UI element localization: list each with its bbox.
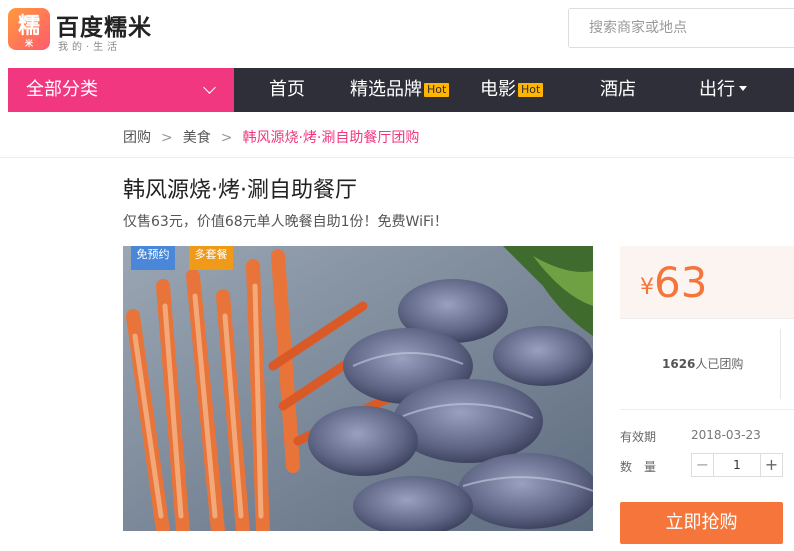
site-name[interactable]: 百度糯米 [56,8,152,42]
main-nav: 全部分类 首页 精选品牌 Hot 电影 Hot 酒店 出行 [8,68,794,112]
tag-multi-package: 多套餐 [189,246,233,270]
breadcrumb-item-group-buy[interactable]: 团购 [123,130,151,146]
deal-price: ¥63 [640,258,707,307]
nav-item-hotels[interactable]: 酒店 [600,68,636,112]
site-header: 糯 米 百度糯米 我的·生活 搜索商家或地点 [0,0,794,68]
validity-label: 有效期 [620,430,657,444]
breadcrumb-item-current[interactable]: 韩风源烧·烤·涮自助餐厅团购 [242,130,419,146]
nav-item-label: 酒店 [600,79,636,100]
seafood-photo [123,246,593,531]
sold-count: 1626人已团购 [662,355,743,372]
nav-item-travel[interactable]: 出行 [699,68,747,112]
breadcrumb-item-food[interactable]: 美食 [183,130,211,146]
quantity-stepper: − 1 + [691,453,783,477]
caret-down-icon [739,86,747,91]
hot-badge: Hot [518,83,544,97]
breadcrumb-separator: > [161,130,173,146]
site-slogan: 我的·生活 [58,42,122,53]
sold-count-number: 1626 [662,357,696,371]
divider [780,329,781,399]
sold-count-suffix: 人已团购 [695,357,744,371]
all-categories-button[interactable]: 全部分类 [8,68,234,112]
all-categories-label: 全部分类 [26,79,98,100]
breadcrumb-separator: > [220,130,233,146]
divider [0,157,794,158]
sold-count-box: 1626人已团购 [620,318,794,410]
nav-item-label: 出行 [699,79,735,100]
price-panel: ¥63 [620,246,794,318]
nav-item-label: 电影 [480,79,516,100]
nav-item-brands[interactable]: 精选品牌 Hot [350,68,450,112]
breadcrumb: 团购 > 美食 > 韩风源烧·烤·涮自助餐厅团购 [123,127,419,147]
hot-badge: Hot [424,83,450,97]
logo-icon[interactable]: 糯 米 [8,8,50,50]
nav-item-label: 首页 [269,79,305,100]
quantity-input[interactable]: 1 [714,454,760,476]
product-image[interactable]: 免预约 多套餐 [123,246,593,531]
nav-item-movies[interactable]: 电影 Hot [480,68,544,112]
chevron-down-icon [203,81,216,94]
validity-value: 2018-03-23 [691,428,761,442]
logo-icon-sub: 米 [25,39,33,48]
tag-no-reservation: 免预约 [131,246,175,270]
nav-item-home[interactable]: 首页 [269,68,305,112]
search-input[interactable]: 搜索商家或地点 [568,8,794,48]
nav-item-label: 精选品牌 [350,79,422,100]
buy-now-button[interactable]: 立即抢购 [620,502,783,544]
price-value: 63 [654,258,708,307]
logo-icon-char: 糯 [17,14,40,39]
currency-symbol: ¥ [640,275,654,300]
quantity-decrease-button[interactable]: − [692,454,714,476]
quantity-label: 数 量 [620,460,657,474]
quantity-increase-button[interactable]: + [760,454,782,476]
deal-title: 韩风源烧·烤·涮自助餐厅 [123,178,357,203]
deal-subtitle: 仅售63元，价值68元单人晚餐自助1份！免费WiFi！ [123,214,448,230]
